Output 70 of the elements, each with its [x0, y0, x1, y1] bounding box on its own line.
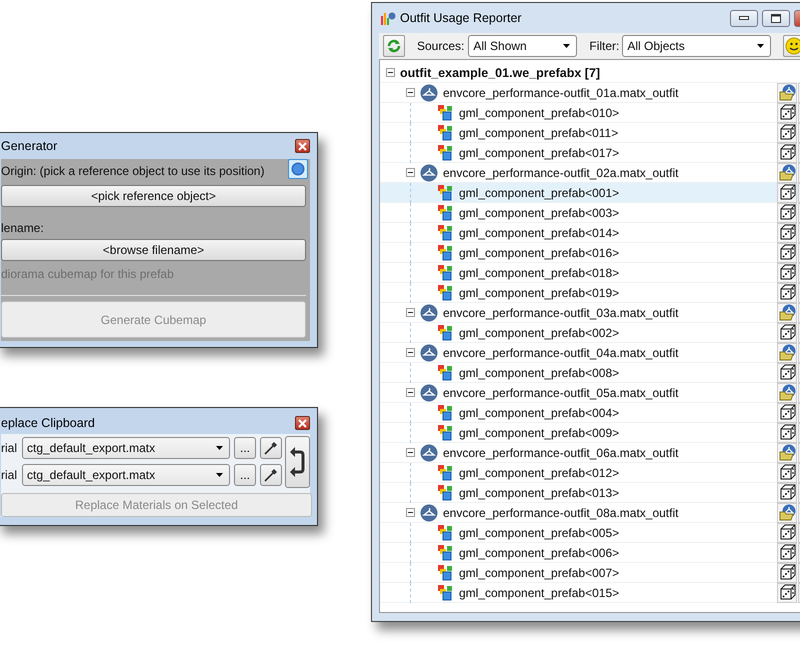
window-title: Generator	[1, 139, 58, 153]
tree-label: outfit_example_01.we_prefabx [7]	[400, 66, 602, 80]
tree-label: gml_component_prefab<006>	[459, 546, 620, 560]
origin-label: Origin: (pick a reference object to use its position)	[1, 164, 264, 178]
tree-row[interactable]: gml_component_prefab<010>	[380, 103, 800, 123]
tree-label: gml_component_prefab<009>	[459, 426, 620, 440]
window-title: Outfit Usage Reporter	[400, 11, 523, 25]
browse-button[interactable]: ...	[234, 464, 256, 486]
tree-row[interactable]: envcore_performance-outfit_08a.matx_outfit	[380, 503, 800, 523]
material-label: rial	[1, 468, 18, 482]
tree-label: gml_component_prefab<017>	[459, 146, 620, 160]
tree-row[interactable]: envcore_performance-outfit_03a.matx_outfit	[380, 303, 800, 323]
browse-filename-button[interactable]: <browse filename>	[1, 239, 306, 261]
tree-row[interactable]: gml_component_prefab<012>	[380, 463, 800, 483]
tree-row[interactable]: gml_component_prefab<006>	[380, 543, 800, 563]
tree-label: envcore_performance-outfit_03a.matx_outfit	[443, 306, 680, 320]
tree-label: gml_component_prefab<005>	[459, 526, 620, 540]
tree-label: envcore_performance-outfit_02a.matx_outfit	[443, 166, 680, 180]
tree-label: gml_component_prefab<007>	[459, 566, 620, 580]
tree-row[interactable]: gml_component_prefab<017>	[380, 143, 800, 163]
tree-row[interactable]: gml_component_prefab<015>	[380, 583, 800, 603]
tree-row[interactable]: gml_component_prefab<008>	[380, 363, 800, 383]
tree-row[interactable]: gml_component_prefab<013>	[380, 483, 800, 503]
tree-row[interactable]: gml_component_prefab<002>	[380, 323, 800, 343]
filter-dropdown[interactable]: All Objects	[622, 35, 772, 57]
tree-label: gml_component_prefab<015>	[459, 586, 620, 600]
pick-reference-button[interactable]: <pick reference object>	[1, 185, 306, 207]
tree-row[interactable]: gml_component_prefab<014>	[380, 223, 800, 243]
tree-label: envcore_performance-outfit_04a.matx_outfit	[443, 346, 680, 360]
tree-label: gml_component_prefab<014>	[459, 226, 620, 240]
browse-button[interactable]: ...	[234, 437, 256, 459]
tree-row[interactable]: envcore_performance-outfit_01a.matx_outfit	[380, 83, 800, 103]
tree-label: envcore_performance-outfit_05a.matx_outfit	[443, 386, 680, 400]
tree-row[interactable]: gml_component_prefab<001>	[380, 183, 800, 203]
tree-label: gml_component_prefab<018>	[459, 266, 620, 280]
tree-row[interactable]: gml_component_prefab<007>	[380, 563, 800, 583]
tree-row[interactable]: outfit_example_01.we_prefabx [7]	[380, 63, 800, 83]
tree-row[interactable]: envcore_performance-outfit_06a.matx_outfit	[380, 443, 800, 463]
tree-row[interactable]: envcore_performance-outfit_05a.matx_outfit	[380, 383, 800, 403]
sources-label: Sources:	[417, 39, 464, 53]
tree-label: gml_component_prefab<012>	[459, 466, 620, 480]
filter-label: Filter:	[589, 39, 620, 53]
window-title: eplace Clipboard	[1, 416, 95, 430]
tree-label: gml_component_prefab<019>	[459, 286, 620, 300]
tree-row[interactable]: gml_component_prefab<016>	[380, 243, 800, 263]
tree-row[interactable]: gml_component_prefab<004>	[380, 403, 800, 423]
tree-label: gml_component_prefab<002>	[459, 326, 620, 340]
tree-label: gml_component_prefab<003>	[459, 206, 620, 220]
tree-label: envcore_performance-outfit_08a.matx_outfit	[443, 506, 680, 520]
tree-label: gml_component_prefab<013>	[459, 486, 620, 500]
tree-label: gml_component_prefab<016>	[459, 246, 620, 260]
tree-row[interactable]: gml_component_prefab<018>	[380, 263, 800, 283]
tree-label: envcore_performance-outfit_06a.matx_outfit	[443, 446, 680, 460]
tree-label: gml_component_prefab<001>	[459, 186, 620, 200]
tree-label: gml_component_prefab<004>	[459, 406, 620, 420]
tree-label: gml_component_prefab<010>	[459, 106, 620, 120]
material-label: rial	[1, 441, 18, 455]
tree-row[interactable]: gml_component_prefab<009>	[380, 423, 800, 443]
tree-row[interactable]: gml_component_prefab<011>	[380, 123, 800, 143]
tree-row[interactable]: gml_component_prefab<005>	[380, 523, 800, 543]
tree-label: gml_component_prefab<008>	[459, 366, 620, 380]
material-dropdown[interactable]: ctg_default_export.matx	[22, 464, 230, 486]
tree-label: gml_component_prefab<011>	[459, 126, 620, 140]
tree-row[interactable]: gml_component_prefab<019>	[380, 283, 800, 303]
tree-row[interactable]: envcore_performance-outfit_04a.matx_outfit	[380, 343, 800, 363]
tree-row[interactable]: gml_component_prefab<003>	[380, 203, 800, 223]
filename-label: lename:	[1, 221, 45, 235]
tree-label: envcore_performance-outfit_01a.matx_outfit	[443, 86, 680, 100]
material-dropdown[interactable]: ctg_default_export.matx	[22, 437, 230, 459]
sources-dropdown[interactable]: All Shown	[468, 35, 578, 57]
